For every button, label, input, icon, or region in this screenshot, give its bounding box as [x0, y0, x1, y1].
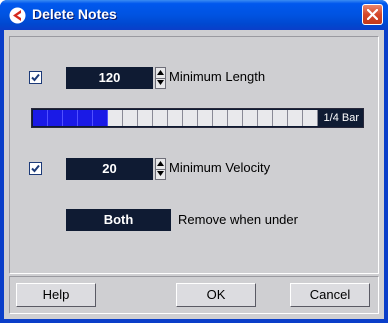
min-length-decrement[interactable] [156, 78, 165, 88]
min-length-value-field[interactable]: 120 [66, 67, 153, 89]
length-bar-cell[interactable] [303, 110, 318, 126]
dialog-body: 120 Minimum Length 1/4 Bar 20 Minimum Ve… [4, 30, 384, 319]
length-bar-cell[interactable] [243, 110, 258, 126]
length-bar-cell[interactable] [108, 110, 123, 126]
length-bar-cell[interactable] [183, 110, 198, 126]
length-bar-cell[interactable] [198, 110, 213, 126]
min-length-label: Minimum Length [169, 69, 266, 84]
help-button[interactable]: Help [16, 283, 96, 307]
close-button[interactable] [362, 4, 383, 25]
checkmark-icon [31, 164, 40, 173]
close-icon [367, 9, 378, 20]
options-panel: 120 Minimum Length 1/4 Bar 20 Minimum Ve… [9, 36, 379, 274]
title-bar[interactable]: Delete Notes [0, 0, 388, 30]
length-bar-cell[interactable] [33, 110, 48, 126]
delete-notes-dialog: Delete Notes 120 Minimum Length 1/4 Bar … [0, 0, 388, 323]
min-velocity-label: Minimum Velocity [169, 160, 271, 175]
arrow-down-icon [157, 80, 164, 85]
length-bar-cell[interactable] [63, 110, 78, 126]
cubase-icon [9, 7, 26, 24]
min-velocity-value-field[interactable]: 20 [66, 158, 153, 180]
remove-when-under-label: Remove when under [178, 212, 298, 227]
min-velocity-checkbox[interactable] [29, 162, 42, 175]
min-length-checkbox[interactable] [29, 71, 42, 84]
length-bar-cell[interactable] [258, 110, 273, 126]
window-title: Delete Notes [32, 6, 117, 22]
min-length-bar-readout: 1/4 Bar [323, 112, 359, 124]
cancel-button[interactable]: Cancel [290, 283, 370, 307]
checkmark-icon [31, 73, 40, 82]
button-bar: Help OK Cancel [9, 276, 379, 314]
min-length-bar[interactable]: 1/4 Bar [31, 108, 364, 128]
length-bar-cell[interactable] [93, 110, 108, 126]
remove-when-under-select[interactable]: Both [66, 209, 171, 231]
length-bar-cell[interactable] [213, 110, 228, 126]
arrow-down-icon [157, 171, 164, 176]
length-bar-cell[interactable] [78, 110, 93, 126]
ok-button[interactable]: OK [176, 283, 256, 307]
arrow-up-icon [157, 161, 164, 166]
length-bar-cell[interactable] [168, 110, 183, 126]
length-bar-cell[interactable] [123, 110, 138, 126]
length-bar-cell[interactable] [153, 110, 168, 126]
min-length-spinner[interactable] [155, 67, 166, 89]
min-velocity-decrement[interactable] [156, 169, 165, 179]
length-bar-cell[interactable] [228, 110, 243, 126]
length-bar-cell[interactable] [288, 110, 303, 126]
length-bar-cell[interactable] [138, 110, 153, 126]
min-velocity-spinner[interactable] [155, 158, 166, 180]
length-bar-cell[interactable] [48, 110, 63, 126]
length-bar-cell[interactable] [273, 110, 288, 126]
arrow-up-icon [157, 70, 164, 75]
